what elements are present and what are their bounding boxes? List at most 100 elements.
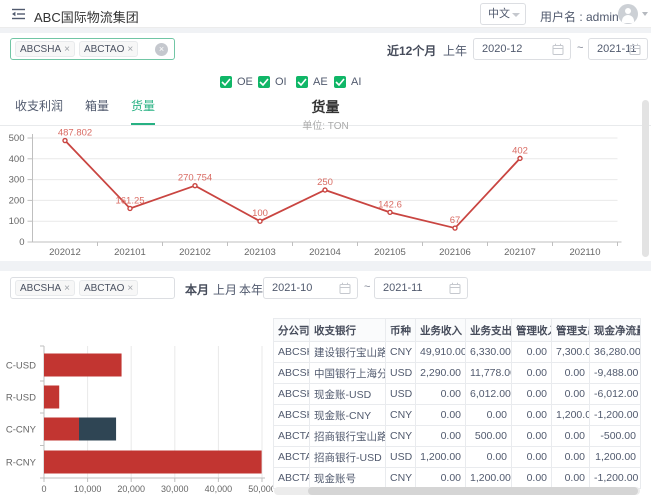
svg-text:R-CNY: R-CNY (6, 458, 37, 469)
tag-chip[interactable]: ABCTAO× (79, 280, 138, 296)
svg-text:300: 300 (9, 175, 25, 186)
range-separator: ~ (364, 281, 370, 293)
table-cell: ABCSHA (274, 342, 310, 363)
table-cell: 1,200.00 (552, 405, 590, 426)
company-multiselect-bottom[interactable]: ABCSHA×ABCTAO× (10, 277, 175, 299)
table-cell: CNY (386, 426, 416, 447)
table-cell: 1,200.00 (590, 447, 641, 468)
svg-text:67: 67 (450, 215, 461, 226)
svg-text:C-USD: C-USD (6, 361, 36, 372)
tag-chip[interactable]: ABCSHA× (15, 41, 75, 57)
calendar-icon (339, 282, 351, 295)
remove-tag-icon[interactable]: × (64, 44, 70, 55)
checkbox-check-icon (220, 76, 232, 88)
tag-label: ABCTAO (84, 44, 124, 55)
checkbox-label: OI (275, 76, 287, 88)
table-cell: 0.00 (552, 447, 590, 468)
table-cell: 0.00 (512, 426, 552, 447)
table-cell: 0.00 (416, 468, 466, 489)
table-cell: CNY (386, 468, 416, 489)
table-cell: 0.00 (512, 363, 552, 384)
svg-text:100: 100 (9, 216, 25, 227)
checkbox-check-icon (258, 76, 270, 88)
table-cell: 0.00 (512, 342, 552, 363)
table-cell: 0.00 (552, 468, 590, 489)
table-cell: -500.00 (590, 426, 641, 447)
table-cell: 36,280.00 (590, 342, 641, 363)
table-cell: 0.00 (466, 405, 512, 426)
svg-text:142.6: 142.6 (378, 199, 402, 210)
svg-text:202105: 202105 (374, 247, 406, 258)
scrollbar-thumb[interactable] (308, 487, 638, 495)
table-row: ABCSHA现金账-CNYCNY0.000.000.001,200.00-1,2… (274, 405, 641, 426)
table-cell: 现金账-CNY (310, 405, 386, 426)
table-horizontal-scrollbar[interactable] (274, 487, 640, 495)
table-row: ABCSHA现金账-USDUSD0.006,012.000.000.00-6,0… (274, 384, 641, 405)
calendar-icon (629, 43, 641, 56)
table-cell: 0.00 (416, 426, 466, 447)
svg-text:50,000: 50,000 (248, 484, 273, 494)
svg-text:R-USD: R-USD (6, 393, 36, 404)
svg-text:10,000: 10,000 (74, 484, 102, 494)
table-cell: 49,910.00 (416, 342, 466, 363)
remove-tag-icon[interactable]: × (64, 283, 70, 294)
svg-text:202102: 202102 (179, 247, 211, 258)
quick-link-1[interactable]: 本月 (185, 281, 209, 298)
page-vertical-scrollbar[interactable] (642, 100, 649, 257)
date-start-input-bottom[interactable]: 2021-10 (263, 277, 358, 299)
table-cell: USD (386, 447, 416, 468)
tag-chip[interactable]: ABCSHA× (15, 280, 75, 296)
remove-tag-icon[interactable]: × (127, 44, 133, 55)
language-select[interactable]: 中文 (480, 3, 526, 25)
table-cell: 1,200.00 (466, 468, 512, 489)
table-cell: 0.00 (552, 384, 590, 405)
table-cell: 0.00 (416, 405, 466, 426)
column-header: 分公司 (274, 319, 310, 342)
checkbox-ai[interactable]: AI (334, 76, 361, 88)
column-header: 收支银行 (310, 319, 386, 342)
date-end-input[interactable]: 2021-11 (588, 38, 648, 60)
table-row: ABCTAO现金账号CNY0.001,200.000.000.00-1,200.… (274, 468, 641, 489)
quick-link-2[interactable]: 上月 (213, 281, 237, 298)
checkbox-label: AE (313, 76, 328, 88)
table-cell: -6,012.00 (590, 384, 641, 405)
table-cell: ABCTAO (274, 426, 310, 447)
table-cell: ABCSHA (274, 405, 310, 426)
user-menu-chevron-icon[interactable] (642, 12, 648, 16)
svg-text:202101: 202101 (114, 247, 146, 258)
checkbox-ae[interactable]: AE (296, 76, 328, 88)
svg-text:202106: 202106 (439, 247, 471, 258)
company-multiselect[interactable]: ABCSHA×ABCTAO× × (10, 38, 175, 60)
tag-chip[interactable]: ABCTAO× (79, 41, 138, 57)
tag-label: ABCTAO (84, 283, 124, 294)
avatar[interactable] (618, 4, 638, 24)
svg-text:487.802: 487.802 (58, 128, 92, 139)
menu-fold-icon[interactable] (11, 8, 26, 20)
table-cell: 现金账号 (310, 468, 386, 489)
remove-tag-icon[interactable]: × (127, 283, 133, 294)
table-cell: 6,012.00 (466, 384, 512, 405)
column-header: 业务收入 (416, 319, 466, 342)
quick-link-1[interactable]: 近12个月 (387, 42, 436, 59)
table-row: ABCTAO招商银行-USDUSD1,200.000.000.000.001,2… (274, 447, 641, 468)
date-start-input[interactable]: 2020-12 (473, 38, 571, 60)
quick-link-2[interactable]: 上年 (443, 42, 467, 59)
checkbox-label: OE (237, 76, 253, 88)
cashflow-panel: ABCSHA×ABCTAO× 本月上月本年 2021-10 ~ 2021-11 … (0, 271, 651, 500)
table-cell: 招商银行-USD (310, 447, 386, 468)
table-cell: 建设银行宝山路支行 (310, 342, 386, 363)
checkbox-check-icon (334, 76, 346, 88)
checkbox-oe[interactable]: OE (220, 76, 253, 88)
tag-label: ABCSHA (20, 44, 61, 55)
table-cell: 7,300.00 (552, 342, 590, 363)
svg-text:202110: 202110 (570, 247, 601, 258)
table-cell: 0.00 (512, 384, 552, 405)
checkbox-oi[interactable]: OI (258, 76, 287, 88)
table-row: ABCSHA建设银行宝山路支行CNY49,910.006,330.000.007… (274, 342, 641, 363)
svg-text:161.25: 161.25 (115, 195, 144, 206)
table-row: ABCTAO招商银行宝山路支行CNY0.00500.000.000.00-500… (274, 426, 641, 447)
quick-link-3[interactable]: 本年 (239, 281, 263, 298)
clear-icon[interactable]: × (155, 43, 168, 56)
language-select-value: 中文 (488, 8, 510, 20)
date-end-input-bottom[interactable]: 2021-11 (374, 277, 468, 299)
